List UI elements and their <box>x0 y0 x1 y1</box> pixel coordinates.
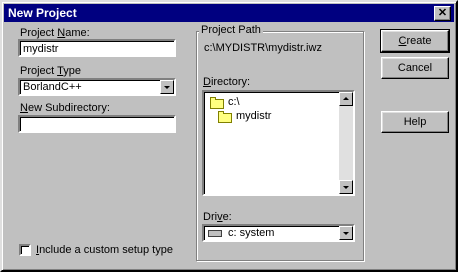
create-button[interactable]: Create <box>380 29 450 53</box>
directory-list[interactable]: c:\ mydistr <box>202 90 355 196</box>
list-item[interactable]: c:\ <box>208 96 336 110</box>
chevron-down-icon <box>343 186 349 189</box>
drive-dropdown-button[interactable] <box>339 226 353 240</box>
title-bar[interactable]: New Project ✕ <box>4 4 454 22</box>
scroll-up-button[interactable] <box>339 92 353 106</box>
project-type-label: Project Type <box>20 65 81 77</box>
chevron-down-icon <box>164 86 170 89</box>
new-subdirectory-field[interactable] <box>18 115 176 133</box>
project-name-field[interactable]: mydistr <box>18 39 176 57</box>
close-icon: ✕ <box>437 7 448 19</box>
directory-item-label: mydistr <box>236 110 272 122</box>
list-item[interactable]: mydistr <box>216 110 336 124</box>
new-subdirectory-label: New Subdirectory: <box>20 102 110 114</box>
project-type-dropdown-button[interactable] <box>160 80 174 94</box>
directory-label: Directory: <box>203 76 251 88</box>
cancel-button[interactable]: Cancel <box>381 57 449 79</box>
custom-setup-label[interactable]: Include a custom setup type <box>36 244 173 256</box>
close-button[interactable]: ✕ <box>434 6 451 21</box>
directory-scrollbar[interactable] <box>339 92 353 194</box>
project-path-group-label: Project Path <box>199 24 263 36</box>
directory-item-label: c:\ <box>228 96 240 108</box>
drive-value: c: system <box>228 227 275 239</box>
folder-icon <box>218 111 232 123</box>
project-type-select[interactable]: BorlandC++ <box>18 78 176 96</box>
project-name-label: Project Name: <box>20 27 90 39</box>
custom-setup-checkbox[interactable] <box>19 244 31 256</box>
project-path-value: c:\MYDISTR\mydistr.iwz <box>204 42 322 54</box>
help-button[interactable]: Help <box>381 111 449 133</box>
drive-select[interactable]: c: system <box>202 224 355 242</box>
chevron-up-icon <box>343 97 349 100</box>
dialog-title: New Project <box>8 6 77 20</box>
project-type-value: BorlandC++ <box>23 81 82 93</box>
scroll-down-button[interactable] <box>339 180 353 194</box>
open-folder-icon <box>210 97 224 109</box>
new-project-dialog: New Project ✕ Project Name: mydistr Proj… <box>0 0 458 272</box>
chevron-down-icon <box>343 232 349 235</box>
hard-drive-icon <box>208 230 222 237</box>
drive-label: Drive: <box>203 211 232 223</box>
